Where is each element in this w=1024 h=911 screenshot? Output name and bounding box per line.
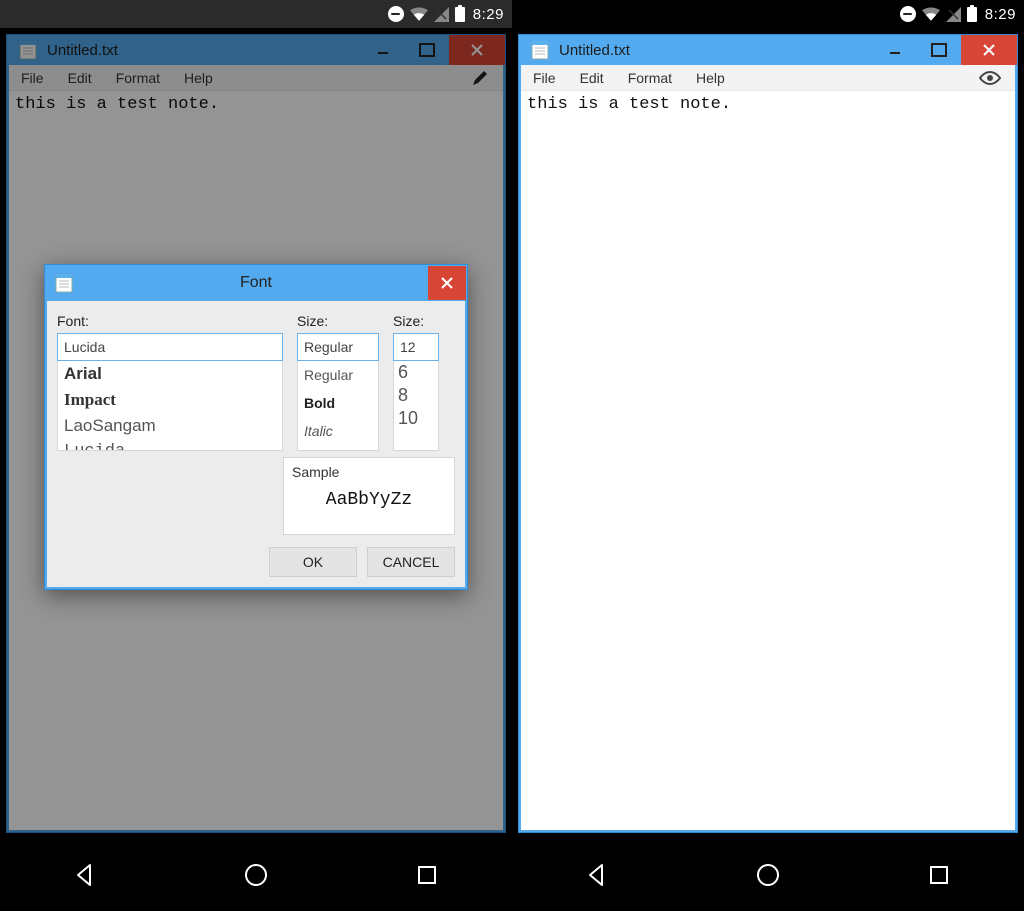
sample-box: Sample AaBbYyZz xyxy=(283,457,455,535)
cell-signal-icon xyxy=(946,7,961,22)
android-nav-bar xyxy=(512,839,1024,911)
titlebar: Untitled.txt xyxy=(7,35,505,65)
home-button[interactable] xyxy=(216,851,296,899)
list-item[interactable]: Italic xyxy=(298,417,378,445)
menu-format[interactable]: Format xyxy=(616,70,684,86)
dialog-titlebar: Font xyxy=(45,265,467,301)
status-clock: 8:29 xyxy=(473,6,504,23)
text-editor[interactable]: this is a test note. xyxy=(521,91,1015,830)
home-button[interactable] xyxy=(728,851,808,899)
dialog-title: Font xyxy=(73,274,467,292)
window-title: Untitled.txt xyxy=(47,42,351,59)
list-item[interactable]: Impact xyxy=(58,387,282,413)
close-button[interactable] xyxy=(449,35,505,65)
notepad-icon xyxy=(19,40,37,60)
ok-button[interactable]: OK xyxy=(269,547,357,577)
left-screenshot: 8:29 Untitled.txt xyxy=(0,0,512,911)
maximize-button[interactable] xyxy=(917,35,961,65)
dialog-close-button[interactable] xyxy=(428,266,466,300)
android-status-bar: 8:29 xyxy=(512,0,1024,28)
do-not-disturb-icon xyxy=(900,6,916,22)
close-button[interactable] xyxy=(961,35,1017,65)
android-nav-bar xyxy=(0,839,512,911)
sample-label: Sample xyxy=(284,464,454,490)
recents-button[interactable] xyxy=(387,851,467,899)
size-input[interactable] xyxy=(393,333,439,361)
window-controls xyxy=(873,35,1017,65)
do-not-disturb-icon xyxy=(388,6,404,22)
recents-button[interactable] xyxy=(899,851,979,899)
titlebar: Untitled.txt xyxy=(519,35,1017,65)
notepad-window: Untitled.txt File Edit Format Help xyxy=(512,28,1024,839)
list-item[interactable]: 8 xyxy=(394,384,438,407)
menu-edit[interactable]: Edit xyxy=(568,70,616,86)
list-item[interactable]: Lucida xyxy=(58,439,282,451)
size-label: Size: xyxy=(393,313,439,329)
window-controls xyxy=(361,35,505,65)
menu-help[interactable]: Help xyxy=(172,70,225,86)
list-item[interactable]: 10 xyxy=(394,407,438,430)
battery-icon xyxy=(455,7,465,22)
size-listbox[interactable]: 6 8 10 xyxy=(393,361,439,451)
menu-file[interactable]: File xyxy=(529,70,568,86)
battery-icon xyxy=(967,7,977,22)
notepad-icon xyxy=(531,40,549,60)
style-listbox[interactable]: Regular Bold Italic xyxy=(297,361,379,451)
menu-format[interactable]: Format xyxy=(104,70,172,86)
view-icon[interactable] xyxy=(973,71,1007,85)
menu-file[interactable]: File xyxy=(17,70,56,86)
list-item[interactable]: Bold xyxy=(298,389,378,417)
android-status-bar: 8:29 xyxy=(0,0,512,28)
list-item[interactable]: Arial xyxy=(58,361,282,387)
style-label: Size: xyxy=(297,313,379,329)
cancel-button[interactable]: CANCEL xyxy=(367,547,455,577)
back-button[interactable] xyxy=(45,851,125,899)
list-item[interactable]: LaoSangam xyxy=(58,413,282,439)
menu-edit[interactable]: Edit xyxy=(56,70,104,86)
list-item[interactable]: Regular xyxy=(298,361,378,389)
cell-signal-icon xyxy=(434,7,449,22)
font-input[interactable] xyxy=(57,333,283,361)
maximize-button[interactable] xyxy=(405,35,449,65)
font-listbox[interactable]: Arial Impact LaoSangam Lucida xyxy=(57,361,283,451)
wifi-icon xyxy=(410,7,428,21)
menu-help[interactable]: Help xyxy=(684,70,737,86)
edit-icon[interactable] xyxy=(465,69,495,87)
back-button[interactable] xyxy=(557,851,637,899)
window-title: Untitled.txt xyxy=(559,42,863,59)
notepad-icon xyxy=(55,273,73,293)
menubar: File Edit Format Help xyxy=(521,65,1015,91)
font-dialog: Font Font: Size: Size: Arial xyxy=(44,264,468,590)
menubar: File Edit Format Help xyxy=(9,65,503,91)
style-input[interactable] xyxy=(297,333,379,361)
minimize-button[interactable] xyxy=(361,35,405,65)
sample-text: AaBbYyZz xyxy=(284,490,454,510)
right-screenshot: 8:29 Untitled.txt xyxy=(512,0,1024,911)
status-clock: 8:29 xyxy=(985,6,1016,23)
list-item[interactable]: 6 xyxy=(394,361,438,384)
minimize-button[interactable] xyxy=(873,35,917,65)
font-label: Font: xyxy=(57,313,283,329)
wifi-icon xyxy=(922,7,940,21)
